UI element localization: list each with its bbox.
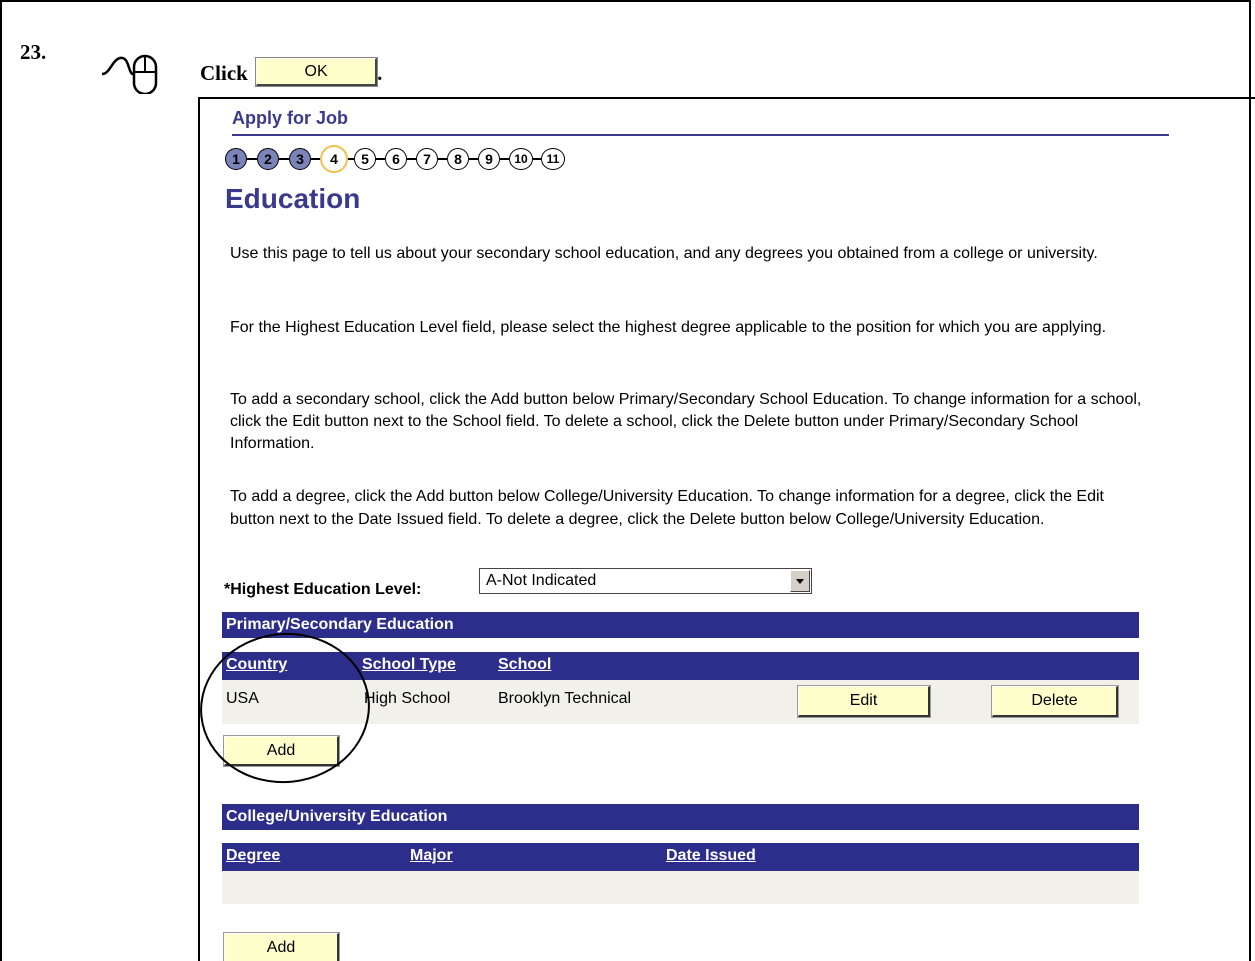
- step-1[interactable]: 1: [225, 148, 247, 170]
- step-3[interactable]: 3: [289, 148, 311, 170]
- dropdown-arrow-icon[interactable]: [790, 570, 810, 592]
- highest-education-select[interactable]: A-Not Indicated: [479, 568, 812, 594]
- step-connector: [533, 158, 541, 160]
- highest-education-label: *Highest Education Level:: [224, 581, 422, 598]
- step-9[interactable]: 9: [478, 148, 500, 170]
- step-5[interactable]: 5: [354, 148, 376, 170]
- step-connector: [247, 158, 257, 160]
- delete-button[interactable]: Delete: [991, 685, 1119, 718]
- app-title: Apply for Job: [232, 108, 348, 128]
- instruction-period: .: [377, 61, 383, 85]
- cell-school-type: High School: [364, 690, 451, 707]
- instruction-text: Click OK.: [200, 57, 383, 87]
- intro-paragraph: Use this page to tell us about your seco…: [230, 245, 1098, 262]
- column-date-issued[interactable]: Date Issued: [666, 847, 756, 865]
- step-connector: [407, 158, 416, 160]
- add-school-button[interactable]: Add: [223, 735, 340, 767]
- title-divider: [232, 134, 1169, 136]
- step-8[interactable]: 8: [447, 148, 469, 170]
- degree-instructions-paragraph: To add a degree, click the Add button be…: [230, 488, 1104, 528]
- step-connector: [279, 158, 289, 160]
- add-degree-button[interactable]: Add: [223, 932, 340, 961]
- cell-school: Brooklyn Technical: [498, 690, 632, 707]
- step-connector: [376, 158, 385, 160]
- step-connector: [311, 158, 320, 160]
- highest-level-paragraph: For the Highest Education Level field, p…: [230, 319, 1107, 336]
- step-4-current[interactable]: 4: [320, 145, 348, 173]
- college-education-header: College/University Education: [222, 804, 1139, 830]
- table-row-empty: [222, 871, 1139, 904]
- school-instructions-paragraph: To add a secondary school, click the Add…: [230, 391, 1142, 452]
- step-2[interactable]: 2: [257, 148, 279, 170]
- instruction-click-text: Click: [200, 61, 248, 85]
- step-number: 23.: [20, 40, 47, 64]
- column-major[interactable]: Major: [410, 847, 453, 865]
- page-title: Education: [225, 183, 361, 214]
- edit-button[interactable]: Edit: [797, 685, 931, 718]
- college-column-header: Degree Major Date Issued: [222, 843, 1139, 871]
- ok-button-image: OK: [255, 57, 379, 87]
- step-11[interactable]: 11: [541, 148, 565, 170]
- cell-country: USA: [226, 690, 259, 707]
- column-school[interactable]: School: [498, 656, 551, 674]
- column-country[interactable]: Country: [226, 656, 287, 674]
- column-school-type[interactable]: School Type: [362, 656, 456, 674]
- step-10[interactable]: 10: [509, 148, 533, 170]
- step-7[interactable]: 7: [416, 148, 438, 170]
- step-connector: [438, 158, 447, 160]
- step-connector: [500, 158, 509, 160]
- mouse-click-icon: [101, 54, 158, 94]
- column-degree[interactable]: Degree: [226, 847, 280, 865]
- highest-education-value: A-Not Indicated: [486, 572, 597, 589]
- application-screenshot: Apply for Job 1 2 3 4 5 6 7 8 9 10 11 Ed…: [198, 97, 1255, 961]
- primary-education-header: Primary/Secondary Education: [222, 612, 1139, 638]
- step-6[interactable]: 6: [385, 148, 407, 170]
- step-connector: [469, 158, 478, 160]
- primary-column-header: Country School Type School: [222, 652, 1139, 680]
